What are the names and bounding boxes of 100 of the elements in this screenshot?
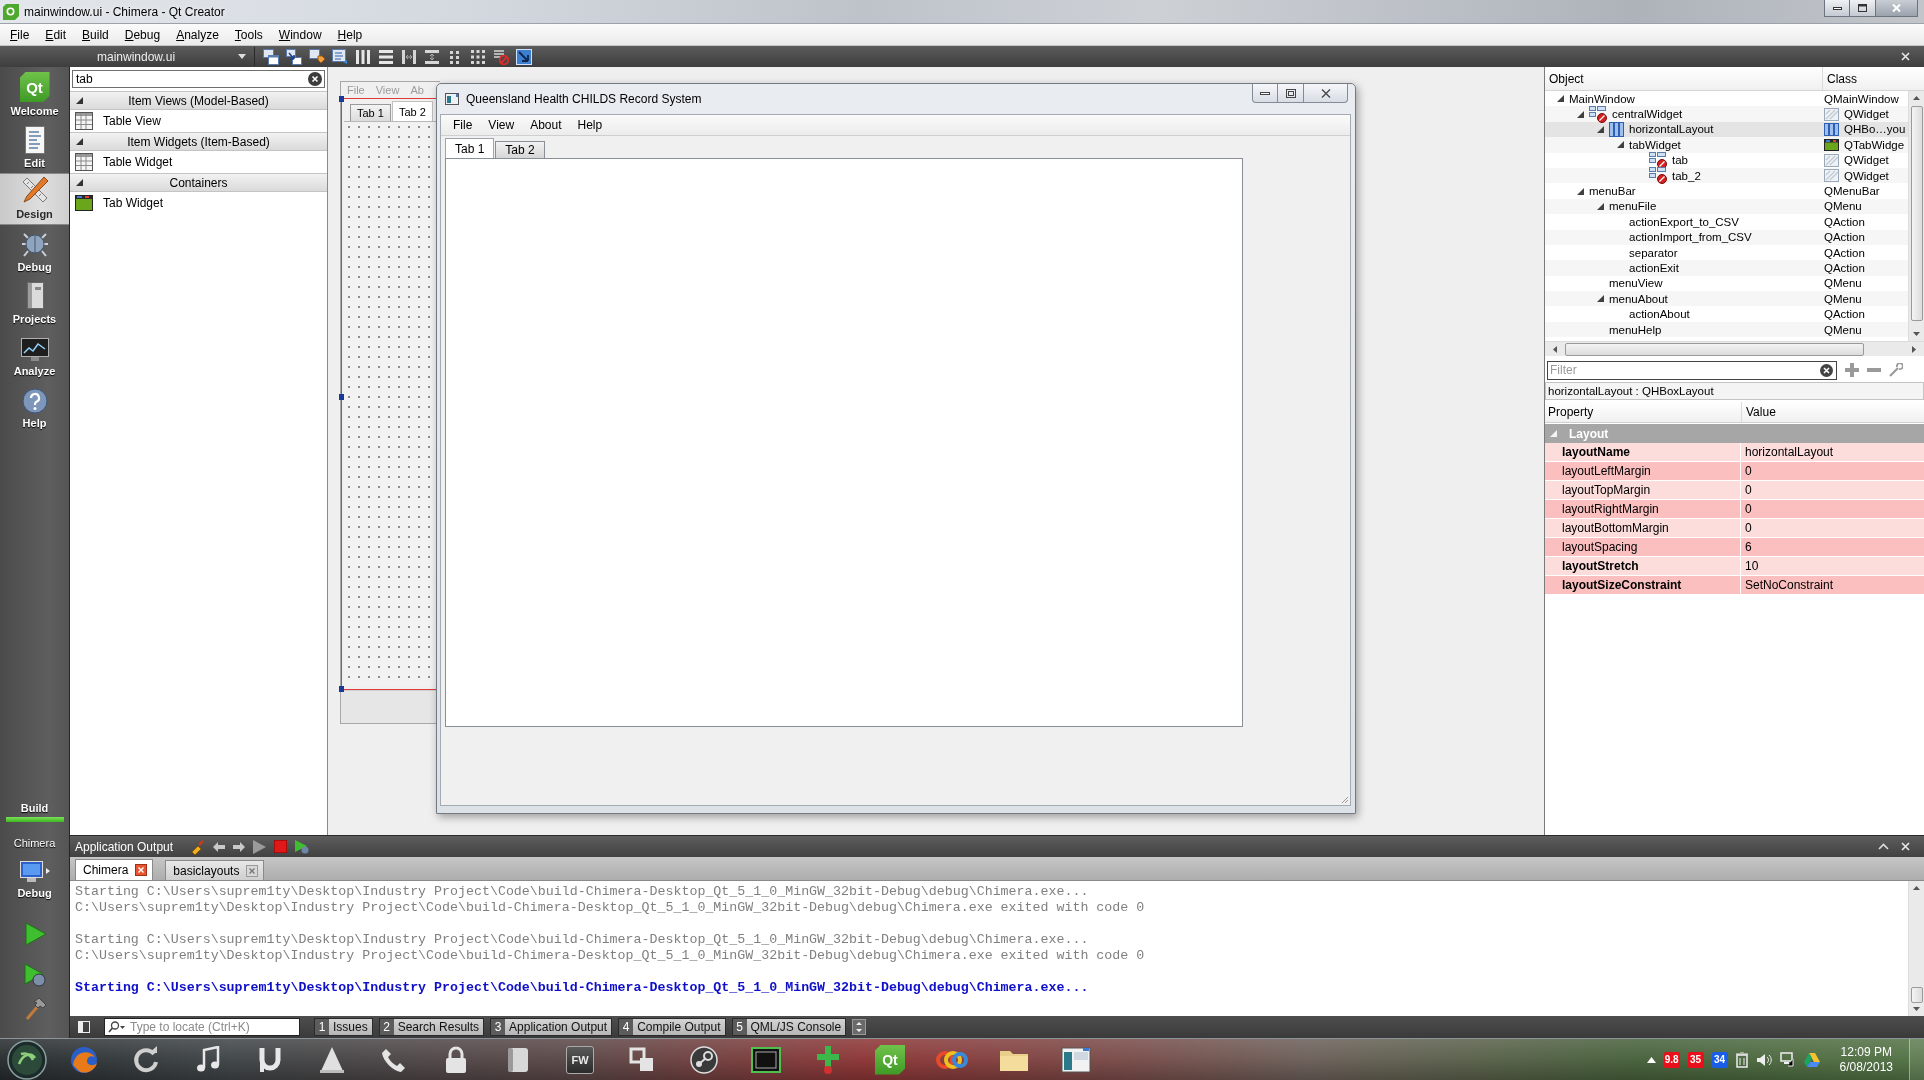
triangle-icon[interactable] [76, 97, 83, 104]
property-value[interactable]: 10 [1741, 557, 1924, 575]
up-arrow-icon[interactable] [1913, 96, 1920, 100]
wheel-icon[interactable] [690, 1045, 718, 1074]
property-value[interactable]: 0 [1741, 481, 1924, 499]
pane-button[interactable]: 4 Compile Output [618, 1018, 726, 1036]
close-icon[interactable] [246, 864, 259, 877]
close-icon[interactable] [135, 864, 148, 876]
menu-item[interactable]: Help [329, 24, 371, 45]
column-header[interactable]: Value [1742, 402, 1924, 422]
maximize-button[interactable] [1850, 0, 1876, 17]
tab[interactable]: Tab 2 [495, 141, 545, 158]
triangle-icon[interactable] [76, 138, 83, 145]
widget-item[interactable]: Tab Widget [70, 192, 327, 214]
tray-counter[interactable]: 9.8 [1663, 1051, 1680, 1068]
pane-button[interactable]: 2 Search Results [378, 1018, 485, 1036]
mode-button[interactable]: Design [0, 173, 69, 225]
show-desktop-button[interactable] [1909, 1039, 1924, 1080]
scrollbar-thumb[interactable] [1910, 106, 1923, 321]
triangle-icon[interactable] [1557, 95, 1564, 103]
pane-button[interactable]: 5 QML/JS Console [731, 1018, 847, 1036]
window-tag-icon[interactable] [309, 48, 325, 65]
play-bug-icon[interactable] [22, 963, 47, 987]
minimize-button[interactable] [1252, 84, 1278, 103]
menu-item[interactable]: File [2, 24, 38, 45]
menu-item[interactable]: Analyze [168, 24, 227, 45]
brush-icon[interactable] [189, 838, 206, 855]
sidebar-toggle-icon[interactable] [78, 1021, 90, 1033]
phone-icon[interactable] [381, 1046, 407, 1073]
drive-icon[interactable] [1803, 1052, 1820, 1067]
down-arrow-icon[interactable] [1913, 332, 1920, 336]
window-arrow-icon[interactable] [286, 48, 302, 65]
play-icon[interactable] [253, 839, 267, 854]
tab[interactable]: Chimera [75, 859, 154, 880]
tab[interactable]: Tab 1 [350, 104, 391, 121]
up-arrow-icon[interactable] [1913, 886, 1920, 890]
tab[interactable]: Tab 2 [391, 101, 433, 121]
size-grip-icon[interactable] [1339, 794, 1349, 804]
up-down-arrows-icon[interactable] [852, 1019, 867, 1035]
search-field[interactable]: tab [72, 70, 325, 88]
menu-item[interactable]: Window [270, 24, 330, 45]
mode-button[interactable]: Analyze [0, 329, 69, 381]
scrollbar-thumb[interactable] [1910, 987, 1923, 1003]
menu-item[interactable]: Tools [226, 24, 271, 45]
scrollbar[interactable] [1908, 881, 1924, 1016]
widget-item[interactable]: Table View [70, 110, 327, 132]
vertical-bars-icon[interactable] [355, 48, 371, 65]
resize-icon[interactable] [516, 48, 532, 65]
property-value[interactable]: 6 [1741, 538, 1924, 556]
mode-button[interactable]: Projects [0, 277, 69, 329]
menu-item[interactable]: File [445, 118, 481, 132]
right-arrow-icon[interactable] [1912, 345, 1916, 353]
break-layout-icon[interactable] [493, 48, 509, 65]
mode-button[interactable]: Help [0, 381, 69, 433]
property-value[interactable]: 0 [1741, 500, 1924, 518]
selection-handle[interactable] [339, 394, 344, 400]
tab[interactable]: basiclayouts [165, 860, 265, 880]
property-value[interactable]: horizontalLayout [1741, 443, 1924, 461]
close-button[interactable] [1304, 84, 1348, 103]
target-selector[interactable]: Chimera Debug [13, 836, 56, 900]
collapse-icon[interactable] [1878, 843, 1889, 850]
file-combo[interactable]: mainwindow.ui [70, 47, 255, 66]
down-arrow-icon[interactable] [1913, 1007, 1920, 1011]
start-button[interactable] [7, 1039, 47, 1080]
window-icon[interactable] [1061, 1046, 1091, 1073]
chain-icon[interactable] [935, 1048, 969, 1071]
mode-button[interactable]: Debug [0, 225, 69, 277]
stacked-windows-icon[interactable] [263, 48, 279, 65]
play-icon[interactable] [22, 922, 47, 946]
plus-icon[interactable] [816, 1044, 840, 1075]
network-icon[interactable] [1779, 1052, 1796, 1067]
tray-counter[interactable]: 35 [1687, 1051, 1704, 1068]
filter-field[interactable]: Filter [1547, 360, 1837, 380]
circular-arrow-icon[interactable] [132, 1045, 160, 1074]
split-horizontal-icon[interactable] [401, 48, 417, 65]
search-icon[interactable] [108, 1021, 126, 1033]
clear-icon[interactable] [1820, 363, 1833, 377]
triangle-icon[interactable] [76, 179, 83, 186]
overlapping-squares-icon[interactable] [629, 1046, 655, 1073]
right-arrow-icon[interactable] [233, 841, 246, 852]
menu-item[interactable]: Build [74, 24, 117, 45]
clock[interactable]: 12:09 PM 6/08/2013 [1839, 1044, 1893, 1075]
cone-icon[interactable] [319, 1045, 345, 1074]
column-header[interactable]: Property [1545, 402, 1742, 422]
selection-handle[interactable] [339, 686, 344, 692]
mode-button[interactable]: Edit [0, 121, 69, 173]
horseshoe-icon[interactable] [257, 1045, 283, 1074]
wrench-icon[interactable] [1889, 363, 1903, 377]
horizontal-bars-icon[interactable] [378, 48, 394, 65]
mode-button[interactable]: Qt Welcome [0, 69, 69, 121]
terminal-icon[interactable] [751, 1046, 781, 1073]
plus-icon[interactable] [1845, 363, 1859, 377]
menu-item[interactable]: Debug [116, 24, 169, 45]
scrollbar[interactable] [1545, 341, 1924, 356]
music-note-icon[interactable] [196, 1045, 220, 1074]
property-value[interactable]: 0 [1741, 519, 1924, 537]
close-button[interactable] [1876, 0, 1918, 17]
tab[interactable]: Tab 1 [445, 138, 495, 158]
widget-item[interactable]: Table Widget [70, 151, 327, 173]
menu-item[interactable]: Help [569, 118, 611, 132]
